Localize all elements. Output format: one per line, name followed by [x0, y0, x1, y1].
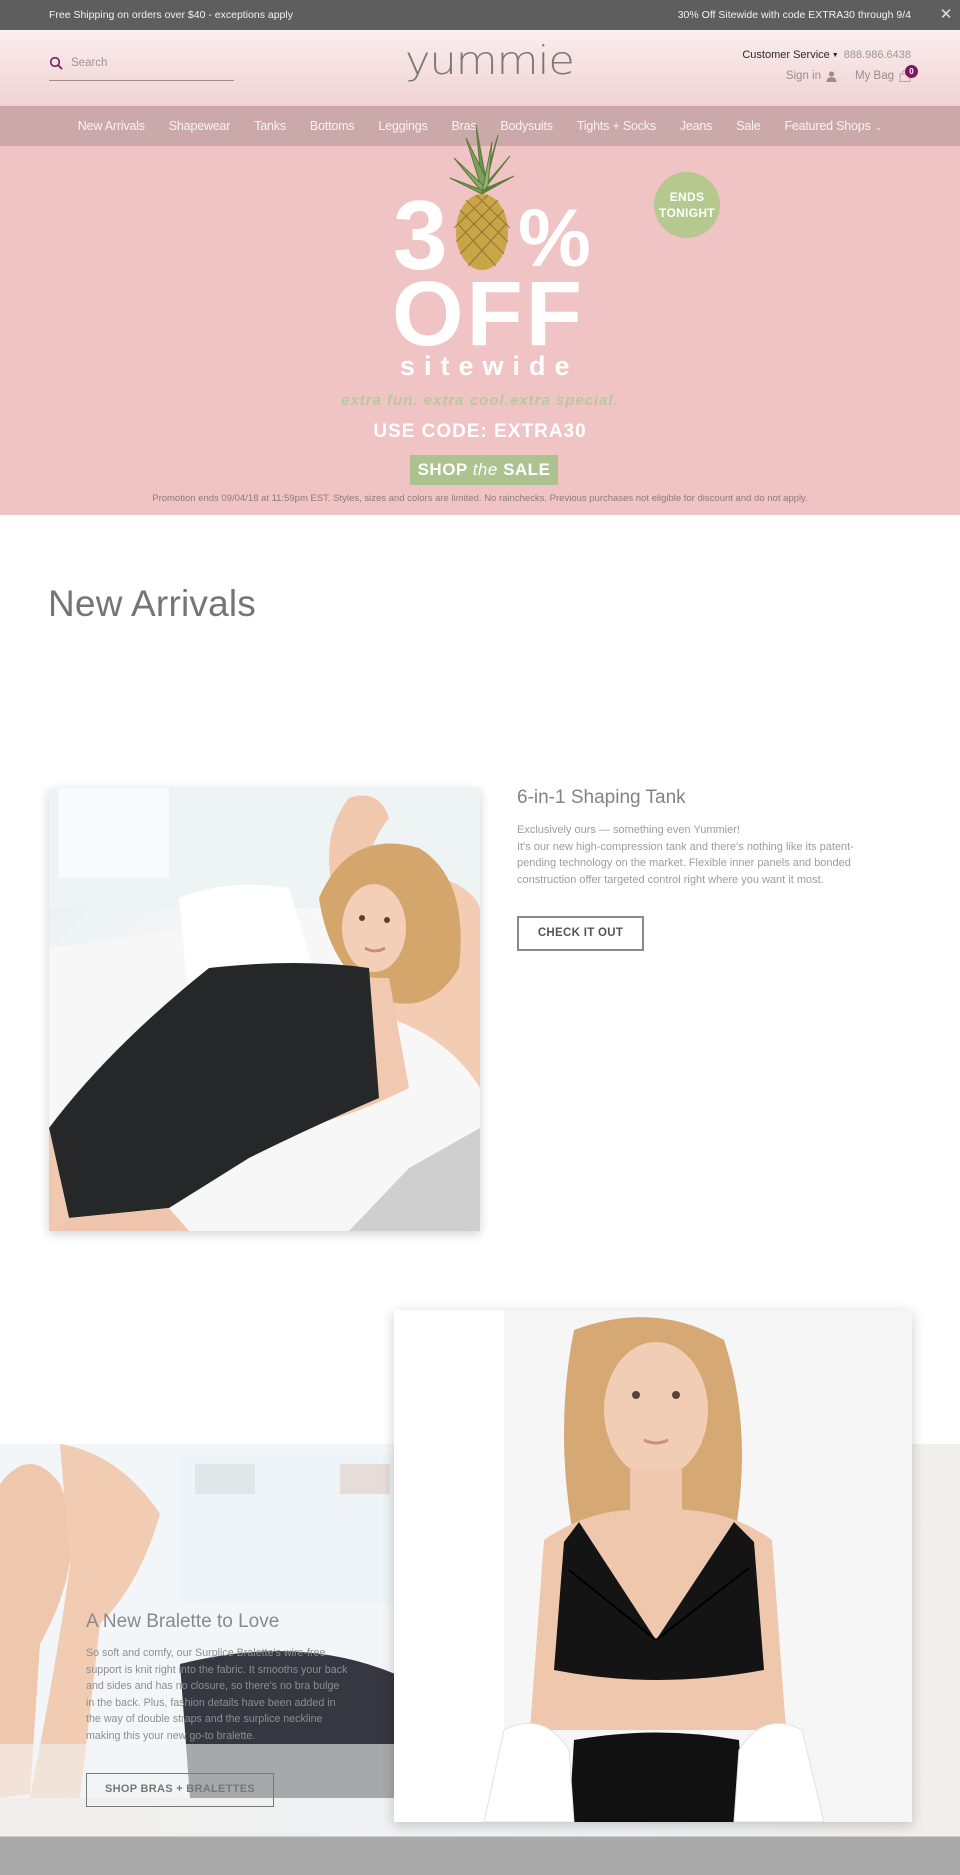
nav-shapewear[interactable]: Shapewear — [157, 119, 242, 133]
shaping-tank-title: 6-in-1 Shaping Tank — [517, 787, 686, 808]
promotion-fine-print: Promotion ends 09/04/18 at 11:59pm EST. … — [152, 493, 808, 504]
shop-word: SHOP — [417, 460, 468, 479]
search-icon[interactable] — [49, 56, 63, 70]
hero-tagline: extra fun. extra cool.extra special. — [341, 392, 619, 409]
customer-service: Customer Service ▼ 888.986.6438 — [742, 49, 911, 61]
the-word: the — [472, 460, 498, 479]
yummie-logo[interactable]: yummie — [405, 41, 575, 82]
check-it-out-button[interactable]: CHECK IT OUT — [517, 916, 644, 951]
nav-leggings[interactable]: Leggings — [366, 119, 439, 133]
close-icon[interactable]: ✕ — [936, 5, 956, 25]
shop-bras-bralettes-button[interactable]: SHOP BRAS + BRALETTES — [86, 1773, 274, 1807]
sign-in-link[interactable]: Sign in — [786, 70, 837, 82]
sale-word: SALE — [503, 460, 551, 479]
search-box — [49, 50, 234, 81]
pineapple-image — [449, 124, 515, 270]
bralette-photo[interactable] — [394, 1310, 912, 1822]
caret-down-icon[interactable]: ▼ — [832, 52, 839, 59]
shop-the-sale-button[interactable]: SHOP the SALE — [410, 455, 558, 485]
nav-new-arrivals[interactable]: New Arrivals — [66, 119, 157, 133]
tonight-text: TONIGHT — [659, 206, 715, 220]
nav-bottoms[interactable]: Bottoms — [298, 119, 366, 133]
new-arrivals-heading: New Arrivals — [48, 583, 256, 624]
sign-in-label: Sign in — [785, 70, 821, 82]
promo-code-text: 30% Off Sitewide with code EXTRA30 throu… — [677, 9, 911, 21]
shaping-tank-body: It's our new high-compression tank and t… — [517, 840, 854, 886]
chevron-down-icon: ⌄ — [872, 122, 883, 132]
customer-service-dropdown[interactable]: Customer Service — [742, 49, 829, 61]
free-shipping-text: Free Shipping on orders over $40 - excep… — [49, 9, 293, 21]
footer-band — [0, 1836, 960, 1875]
nav-tanks[interactable]: Tanks — [242, 119, 298, 133]
my-bag-label: My Bag — [855, 70, 894, 82]
nav-sale[interactable]: Sale — [724, 119, 772, 133]
woman-black-bralette-illustration — [394, 1310, 912, 1822]
shaping-tank-description: Exclusively ours — something even Yummie… — [517, 822, 877, 888]
site-header: yummie Customer Service▼ 888.986.6438 Sig… — [0, 30, 960, 106]
account-links: Sign in My Bag 0 — [786, 65, 918, 82]
ends-text: ENDS — [669, 190, 705, 204]
nav-jeans[interactable]: Jeans — [668, 119, 724, 133]
phone-number[interactable]: 888.986.6438 — [844, 49, 911, 61]
bralette-title: A New Bralette to Love — [86, 1611, 280, 1632]
my-bag-link[interactable]: My Bag 0 — [855, 65, 918, 82]
woman-black-shaping-tank-illustration — [49, 788, 480, 1231]
ends-tonight-badge: ENDS TONIGHT — [654, 172, 720, 238]
shaping-tank-tagline: Exclusively ours — something even Yummie… — [517, 824, 740, 836]
hero-promo-code: USE CODE: EXTRA30 — [373, 421, 587, 442]
user-icon — [826, 70, 837, 82]
search-input[interactable] — [71, 53, 231, 73]
featured-shops-label: Featured Shops — [784, 119, 871, 133]
nav-featured-shops[interactable]: Featured Shops ⌄ — [772, 119, 894, 133]
nav-tights-socks[interactable]: Tights + Socks — [565, 119, 668, 133]
bag-count-badge: 0 — [905, 65, 918, 78]
hero-sitewide-text: sitewide — [400, 351, 579, 381]
shaping-tank-photo[interactable] — [49, 788, 480, 1231]
bralette-description: So soft and comfy, our Surplice Bralette… — [86, 1647, 348, 1742]
hero-off-text: OFF — [392, 263, 585, 365]
announcement-bar: Free Shipping on orders over $40 - excep… — [0, 0, 960, 30]
